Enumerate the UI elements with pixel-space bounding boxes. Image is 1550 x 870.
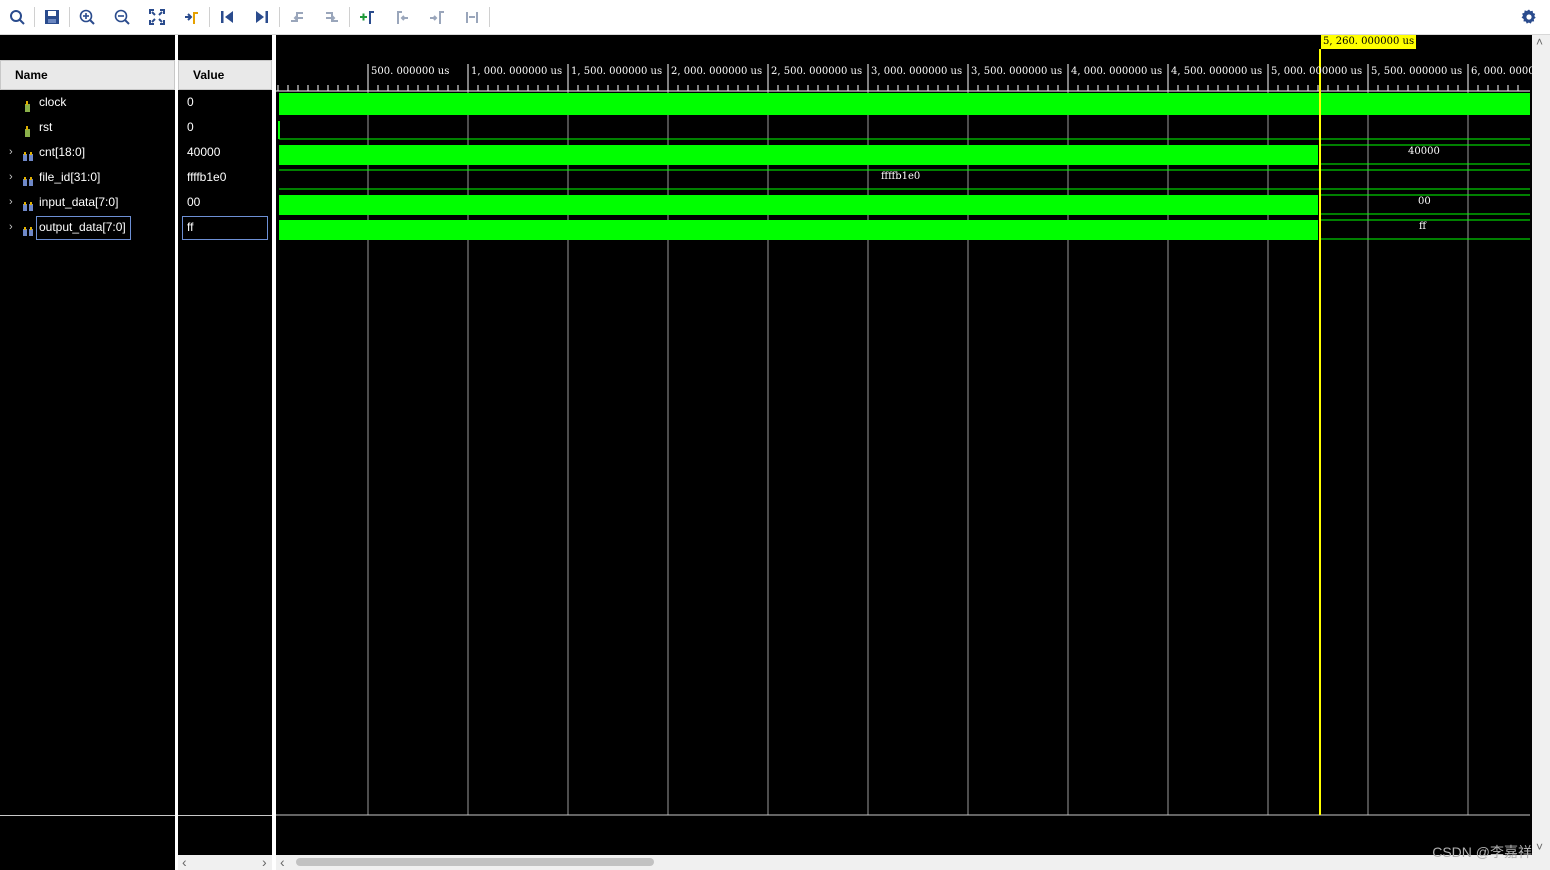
clock-waveform xyxy=(279,93,1530,115)
selected-signal-value-box[interactable] xyxy=(182,216,268,240)
time-tick-label: 5, 000. 000000 us xyxy=(1271,66,1363,77)
selected-signal-name-box[interactable] xyxy=(36,216,131,240)
cnt-waveform-dense xyxy=(279,145,1318,165)
signal-value: 00 xyxy=(187,195,201,209)
file-id-wave-label: ffffb1e0 xyxy=(881,171,921,182)
time-tick-label: 3, 000. 000000 us xyxy=(871,66,963,77)
previous-marker-icon[interactable] xyxy=(391,6,413,28)
cursor-time-label[interactable]: 5, 260. 000000 us xyxy=(1321,35,1417,49)
input-data-wave-label: 00 xyxy=(1418,196,1431,207)
name-column-header[interactable]: Name xyxy=(0,60,175,90)
go-to-end-icon[interactable] xyxy=(251,6,273,28)
signal-value: 0 xyxy=(187,95,194,109)
waveform-canvas[interactable] xyxy=(276,35,1532,855)
time-tick-label: 2, 500. 000000 us xyxy=(771,66,863,77)
signal-value-row[interactable]: ffffb1e0 xyxy=(0,165,272,190)
time-tick-label: 3, 500. 000000 us xyxy=(971,66,1063,77)
time-tick-label: 1, 500. 000000 us xyxy=(571,66,663,77)
settings-icon[interactable] xyxy=(1518,6,1540,28)
waveform-horizontal-scrollbar[interactable]: ‹ xyxy=(276,854,1532,870)
zoom-out-icon[interactable] xyxy=(111,6,133,28)
watermark: CSDN @李嘉祥 xyxy=(1432,844,1532,860)
time-tick-label: 4, 000. 000000 us xyxy=(1071,66,1163,77)
scroll-thumb[interactable] xyxy=(296,858,654,866)
time-tick-label: 4, 500. 000000 us xyxy=(1171,66,1263,77)
output-data-wave-label: ff xyxy=(1419,221,1427,232)
signal-value: 0 xyxy=(187,120,194,134)
signal-value: ffffb1e0 xyxy=(187,170,227,184)
search-icon[interactable] xyxy=(6,6,28,28)
go-to-start-icon[interactable] xyxy=(216,6,238,28)
waveform-vertical-scrollbar[interactable]: ˄ ˅ xyxy=(1532,35,1550,870)
time-tick-label: 5, 500. 000000 us xyxy=(1371,66,1463,77)
zoom-fit-icon[interactable] xyxy=(146,6,168,28)
time-tick-label: 2, 000. 000000 us xyxy=(671,66,763,77)
signal-value-row[interactable]: 40000 xyxy=(0,140,272,165)
time-tick-label: 500. 000000 us xyxy=(371,66,450,77)
swap-cursors-icon[interactable] xyxy=(461,6,483,28)
toolbar xyxy=(0,0,1550,35)
time-tick-label: 1, 000. 000000 us xyxy=(471,66,563,77)
signal-value-row[interactable]: 0 xyxy=(0,115,272,140)
cnt-wave-label: 40000 xyxy=(1408,146,1440,157)
signal-value-row[interactable]: 0 xyxy=(0,90,272,115)
time-tick-label: 6, 000. 00000 xyxy=(1471,66,1541,77)
zoom-in-icon[interactable] xyxy=(76,6,98,28)
scroll-left-icon[interactable]: ‹ xyxy=(280,854,285,870)
previous-transition-icon[interactable] xyxy=(286,6,308,28)
output-data-waveform-dense xyxy=(279,220,1318,240)
save-icon[interactable] xyxy=(41,6,63,28)
next-marker-icon[interactable] xyxy=(426,6,448,28)
value-scrollbar[interactable]: ‹ › xyxy=(178,854,272,870)
value-column-header[interactable]: Value xyxy=(178,60,272,90)
add-marker-icon[interactable] xyxy=(356,6,378,28)
input-data-waveform-dense xyxy=(279,195,1318,215)
signal-value-row[interactable]: 00 xyxy=(0,190,272,215)
next-transition-icon[interactable] xyxy=(321,6,343,28)
go-to-cursor-icon[interactable] xyxy=(181,6,203,28)
signal-value: 40000 xyxy=(187,145,221,159)
